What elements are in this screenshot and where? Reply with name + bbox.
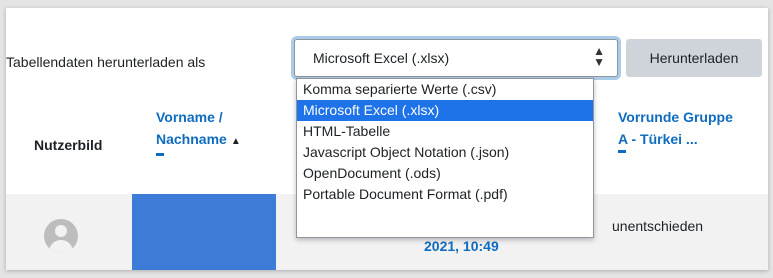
grader-report-panel: Tabellendaten herunterladen als Microsof…: [6, 8, 768, 270]
sort-first-name-link[interactable]: Vorname: [156, 109, 215, 125]
format-option-json[interactable]: Javascript Object Notation (.json): [297, 142, 593, 163]
format-option-xlsx[interactable]: Microsoft Excel (.xlsx): [297, 100, 593, 121]
group-header-link[interactable]: Vorrunde Gruppe: [618, 109, 733, 125]
sort-ascending-icon: ▲: [230, 136, 241, 147]
group-header-link-line2[interactable]: A - Türkei ...: [618, 131, 698, 147]
name-separator: /: [214, 109, 223, 125]
column-header-group: Vorrunde Gruppe A - Türkei ...: [618, 106, 733, 153]
collapse-column-icon[interactable]: [156, 153, 164, 156]
selected-format-value: Microsoft Excel (.xlsx): [313, 50, 450, 66]
format-option-ods[interactable]: OpenDocument (.ods): [297, 163, 593, 184]
grade-result-text: unentschieden: [612, 218, 704, 234]
redacted-name-block: [132, 194, 276, 270]
avatar-icon: [44, 219, 78, 253]
format-option-html[interactable]: HTML-Tabelle: [297, 121, 593, 142]
download-format-select[interactable]: Microsoft Excel (.xlsx) ▲ ▼: [294, 39, 618, 77]
collapse-group-column-icon[interactable]: [618, 150, 626, 153]
format-option-pdf[interactable]: Portable Document Format (.pdf): [297, 184, 593, 205]
column-header-name: Vorname / Nachname ▲: [156, 106, 241, 156]
submission-date-link[interactable]: 2021, 10:49: [424, 238, 499, 254]
sort-last-name-link[interactable]: Nachname: [156, 131, 227, 147]
format-dropdown-list: Komma separierte Werte (.csv) Microsoft …: [296, 78, 594, 238]
download-format-label: Tabellendaten herunterladen als: [6, 54, 206, 70]
download-button[interactable]: Herunterladen: [626, 39, 762, 77]
column-header-user-picture: Nutzerbild: [34, 134, 102, 156]
column-header-user-picture-label: Nutzerbild: [34, 137, 103, 153]
format-option-csv[interactable]: Komma separierte Werte (.csv): [297, 79, 593, 100]
select-arrows-icon: ▲ ▼: [593, 44, 605, 69]
